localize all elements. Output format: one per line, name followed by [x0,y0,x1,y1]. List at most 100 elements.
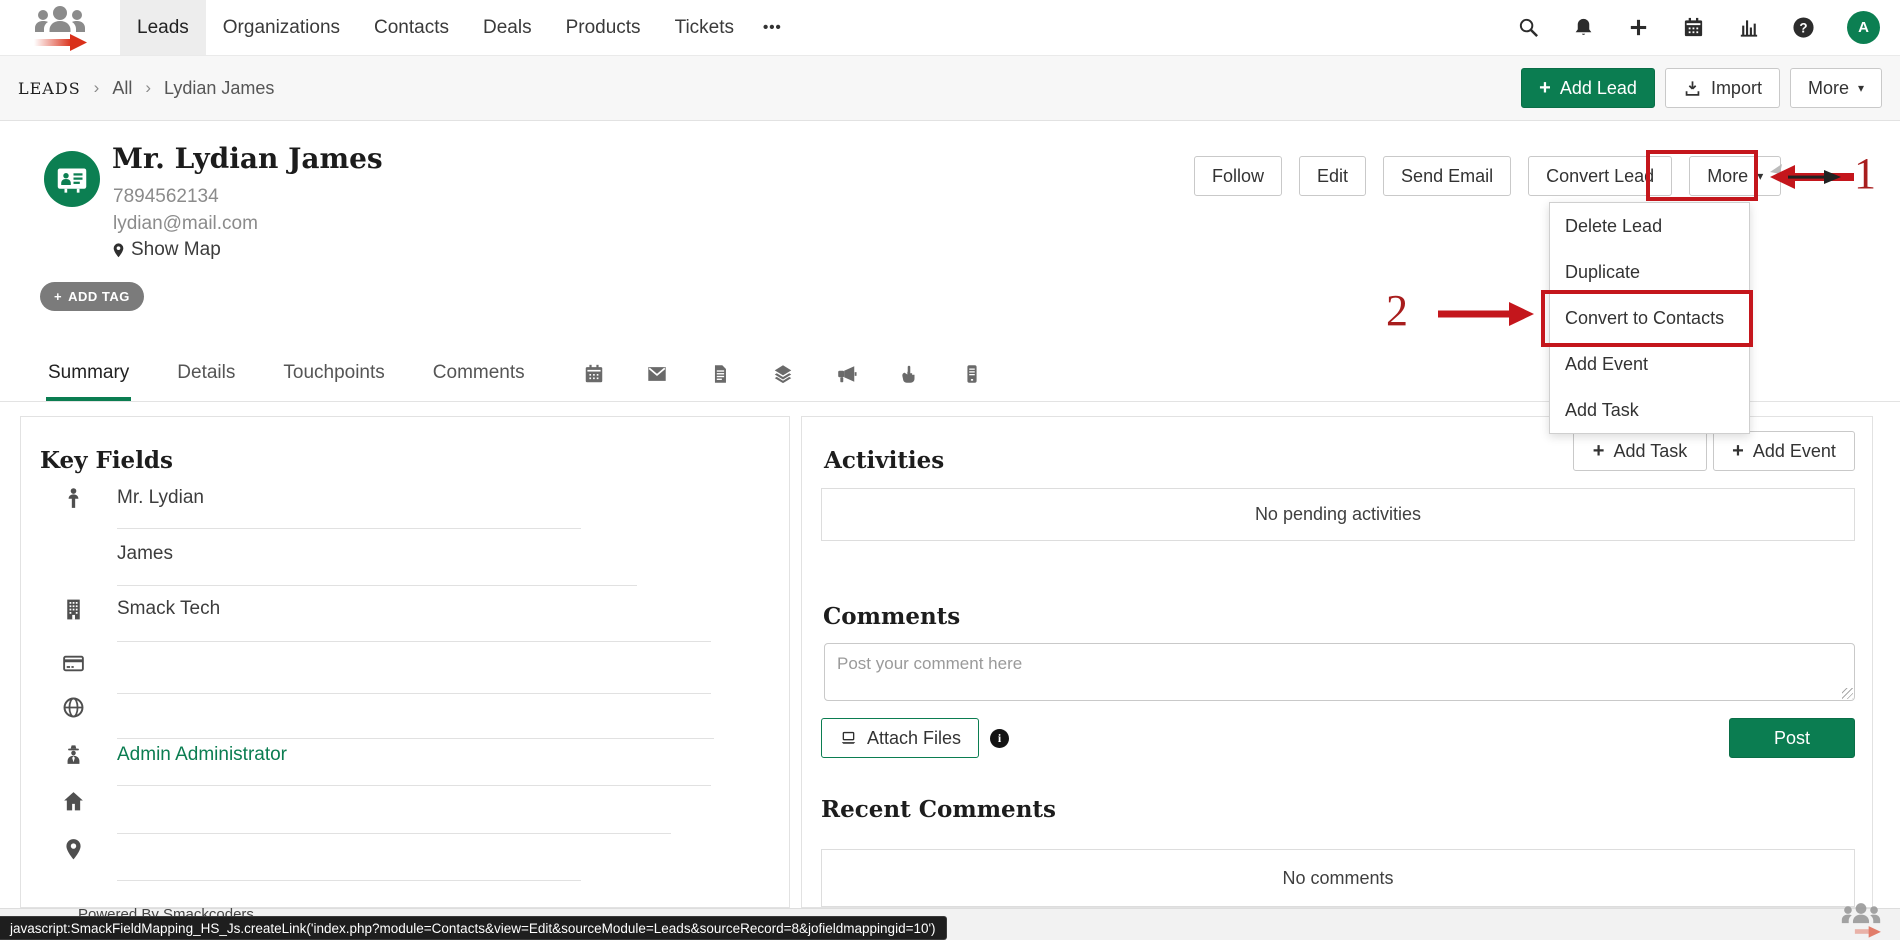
more-dropdown-menu: Delete Lead Duplicate Convert to Contact… [1549,202,1750,434]
map-pin-icon [61,837,86,862]
add-task-button[interactable]: + Add Task [1573,431,1707,471]
top-navbar: Leads Organizations Contacts Deals Produ… [0,0,1900,56]
summary-right-panel: Activities + Add Task + Add Event No pen… [801,416,1873,908]
import-button[interactable]: Import [1665,68,1780,108]
send-email-button[interactable]: Send Email [1383,156,1511,196]
comment-input[interactable] [824,643,1855,701]
navbar-right-icons: ? A [1517,0,1900,55]
notifications-bell-icon[interactable] [1572,16,1595,39]
key-fields-title: Key Fields [40,447,173,474]
field-underline [117,785,711,786]
tab-touchpoints[interactable]: Touchpoints [281,362,386,401]
status-bar-link: javascript:SmackFieldMapping_HS_Js.creat… [0,916,947,940]
menu-item-add-task[interactable]: Add Task [1550,387,1749,433]
plus-icon: + [54,289,62,304]
list-actions: + Add Lead Import More ▾ [1521,68,1882,108]
download-icon [1683,79,1702,98]
field-underline [117,693,711,694]
mobile-phone-icon[interactable] [961,363,983,385]
nav-item-contacts[interactable]: Contacts [357,0,466,55]
recent-comments-title: Recent Comments [821,796,1056,823]
tab-summary[interactable]: Summary [46,362,131,401]
field-firstname: Mr. Lydian [117,487,204,509]
breadcrumb-record: Lydian James [164,78,274,99]
footer-people-logo-icon [1838,900,1884,940]
quick-create-plus-icon[interactable] [1627,16,1650,39]
tab-comments[interactable]: Comments [431,362,527,401]
menu-item-duplicate[interactable]: Duplicate [1550,249,1749,295]
credit-card-icon [61,651,86,676]
post-comment-button[interactable]: Post [1729,718,1855,758]
tab-icon-strip [583,363,983,401]
add-lead-button[interactable]: + Add Lead [1521,68,1655,108]
field-lastname: James [117,543,173,565]
lead-email[interactable]: lydian@mail.com [113,213,258,235]
add-event-button[interactable]: + Add Event [1713,431,1855,471]
svg-text:?: ? [1799,20,1807,35]
main-menu: Leads Organizations Contacts Deals Produ… [120,0,794,55]
no-activities-box: No pending activities [821,488,1855,541]
lead-name: Mr. Lydian James [112,142,383,175]
field-underline [117,528,581,529]
campaign-megaphone-icon[interactable] [835,363,857,385]
touch-hand-icon[interactable] [898,363,920,385]
tab-details[interactable]: Details [175,362,237,401]
building-icon [61,597,86,622]
list-more-button[interactable]: More ▾ [1790,68,1882,108]
chevron-down-icon: ▾ [1757,169,1763,183]
laptop-icon [839,729,858,748]
nav-item-tickets[interactable]: Tickets [658,0,751,55]
menu-item-convert-to-contacts[interactable]: Convert to Contacts [1550,295,1749,341]
record-more-button[interactable]: More ▾ [1689,156,1781,196]
breadcrumb-view[interactable]: All [112,78,132,99]
breadcrumb-bar: LEADS › All › Lydian James + Add Lead Im… [0,56,1900,121]
field-underline [117,738,714,739]
user-icon [61,486,86,511]
nav-item-deals[interactable]: Deals [466,0,549,55]
plus-icon: + [1539,78,1551,98]
map-pin-icon [110,242,127,259]
home-icon [61,789,86,814]
chevron-right-icon: › [145,78,151,98]
email-envelope-icon[interactable] [646,363,668,385]
chevron-down-icon: ▾ [1858,81,1864,95]
document-icon[interactable] [709,363,731,385]
info-icon[interactable]: i [990,729,1009,748]
field-underline [117,880,581,881]
search-icon[interactable] [1517,16,1540,39]
user-avatar[interactable]: A [1847,11,1880,44]
attach-files-button[interactable]: Attach Files [821,718,979,758]
menu-item-delete-lead[interactable]: Delete Lead [1550,203,1749,249]
chevron-right-icon: › [94,78,100,98]
plus-icon: + [1732,441,1744,461]
key-fields-card: Key Fields Mr. Lydian James Smack Tech [20,416,790,908]
annotation-step-2: 2 [1386,289,1408,333]
field-underline [117,833,671,834]
convert-lead-button[interactable]: Convert Lead [1528,156,1672,196]
nav-overflow-icon[interactable]: ••• [751,0,794,55]
help-icon[interactable]: ? [1792,16,1815,39]
products-layers-icon[interactable] [772,363,794,385]
reports-chart-icon[interactable] [1737,16,1760,39]
lead-phone[interactable]: 7894562134 [113,186,219,208]
app-logo[interactable] [0,0,120,55]
follow-button[interactable]: Follow [1194,156,1282,196]
add-tag-button[interactable]: + ADD TAG [40,282,144,311]
edit-button[interactable]: Edit [1299,156,1366,196]
field-company: Smack Tech [117,598,220,620]
field-underline [117,641,711,642]
show-map-link[interactable]: Show Map [110,239,221,261]
nav-item-products[interactable]: Products [549,0,658,55]
nav-item-leads[interactable]: Leads [120,0,206,55]
breadcrumb-module[interactable]: LEADS [18,79,81,98]
activities-title: Activities [824,447,944,474]
lead-avatar [44,151,100,207]
plus-icon: + [1593,441,1605,461]
field-assigned-user[interactable]: Admin Administrator [117,744,287,766]
nav-item-organizations[interactable]: Organizations [206,0,357,55]
no-comments-box: No comments [821,849,1855,907]
id-card-icon [54,161,90,197]
menu-item-add-event[interactable]: Add Event [1550,341,1749,387]
calendar-icon[interactable] [1682,16,1705,39]
calendar-tab-icon[interactable] [583,363,605,385]
